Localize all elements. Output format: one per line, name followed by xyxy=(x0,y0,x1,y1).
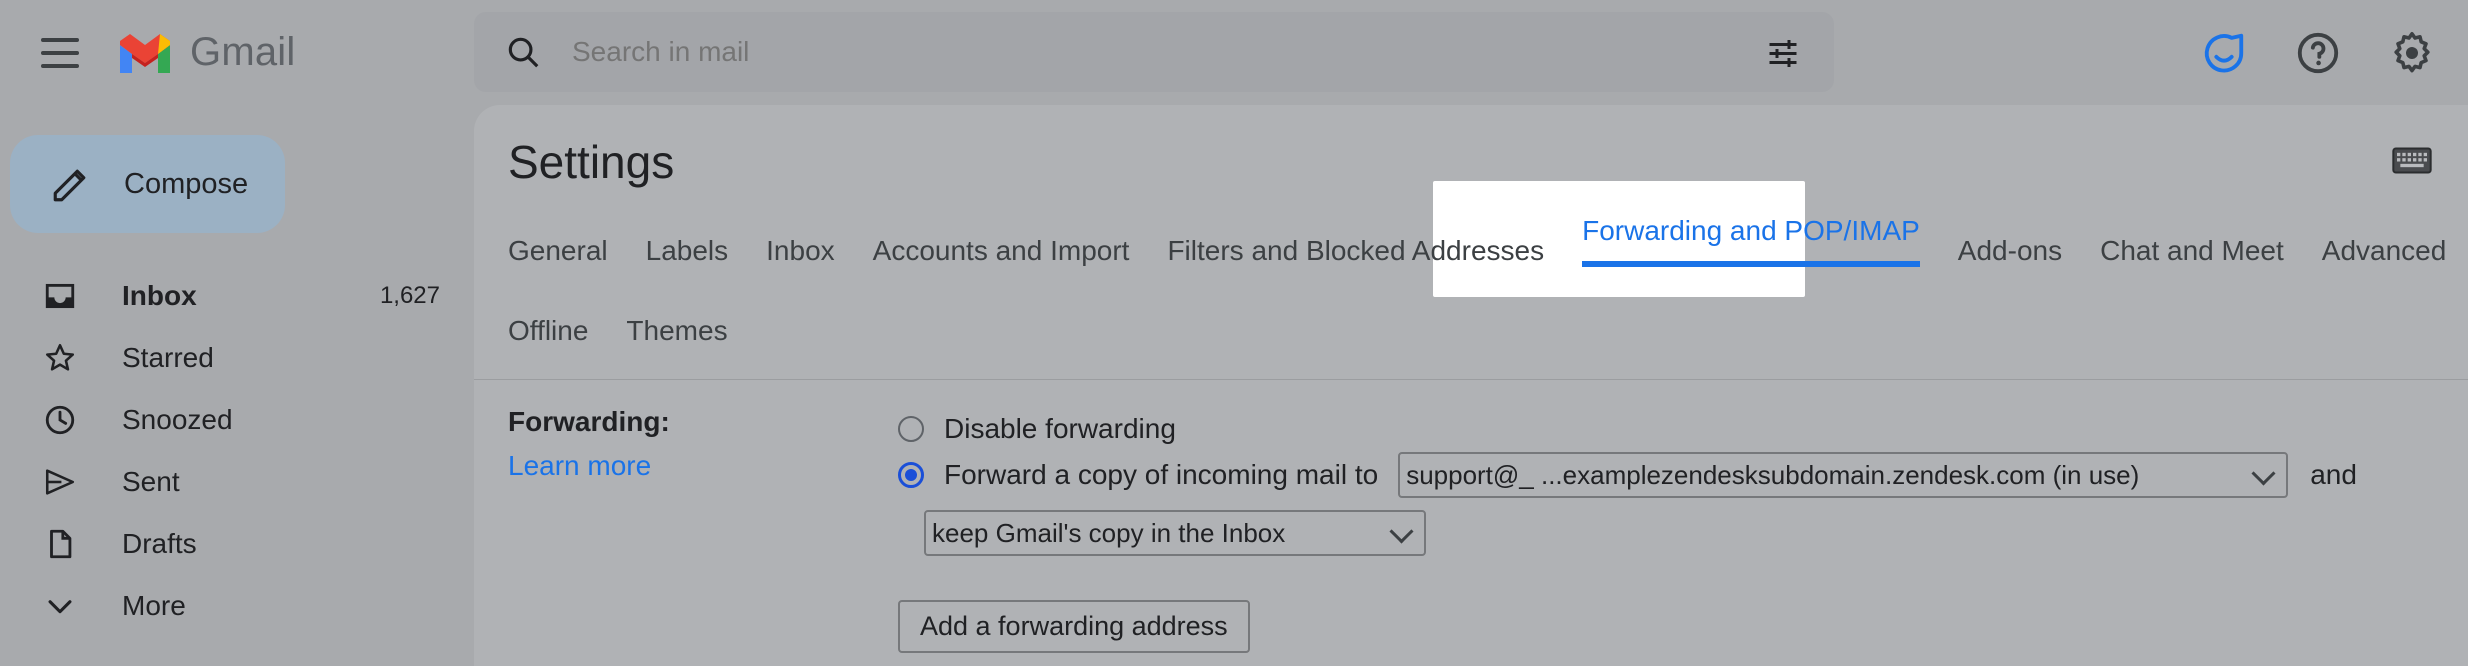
active-tab-underline xyxy=(1582,261,1920,267)
gmail-brand: Gmail xyxy=(116,30,295,75)
inbox-icon xyxy=(40,276,80,316)
tab-labels[interactable]: Labels xyxy=(646,235,729,273)
header-actions xyxy=(2188,0,2448,105)
sidebar-item-label: More xyxy=(122,590,440,622)
copy-action-row: keep Gmail's copy in the Inbox xyxy=(924,510,2468,556)
radio-disable-forwarding-label: Disable forwarding xyxy=(944,413,1176,445)
forwarding-address-select[interactable]: support@_ ...examplezendesksubdomain.zen… xyxy=(1398,452,2288,498)
sidebar-item-more[interactable]: More xyxy=(0,575,474,637)
tune-filter-icon[interactable] xyxy=(1740,9,1826,95)
send-icon xyxy=(40,462,80,502)
settings-tabs: General Labels Inbox Accounts and Import… xyxy=(474,215,2468,353)
star-icon xyxy=(40,338,80,378)
add-forwarding-address-button[interactable]: Add a forwarding address xyxy=(898,600,1250,653)
sidebar-item-drafts[interactable]: Drafts xyxy=(0,513,474,575)
add-address-row: Add a forwarding address xyxy=(898,600,2468,653)
sidebar-item-label: Inbox xyxy=(122,280,380,312)
gmail-settings-page: Gmail xyxy=(0,0,2468,666)
sidebar: Compose Inbox 1,627 Sta xyxy=(0,105,474,666)
radio-forward-copy[interactable] xyxy=(898,462,924,488)
tune-filter-glyph xyxy=(1765,34,1801,70)
and-label: and xyxy=(2310,459,2357,491)
sidebar-item-snoozed[interactable]: Snoozed xyxy=(0,389,474,451)
forwarding-section: Forwarding: Learn more Disable forwardin… xyxy=(474,380,2468,653)
inbox-unread-count: 1,627 xyxy=(380,282,440,310)
gear-glyph xyxy=(2388,29,2436,77)
search-icon xyxy=(504,33,542,71)
help-icon[interactable] xyxy=(2282,17,2354,89)
search-input[interactable] xyxy=(572,36,1740,68)
tab-forwarding-label: Forwarding and POP/IMAP xyxy=(1582,215,1920,246)
keyboard-glyph xyxy=(2392,147,2432,174)
radio-row-disable-forwarding[interactable]: Disable forwarding xyxy=(898,406,2468,452)
settings-gear-icon[interactable] xyxy=(2376,17,2448,89)
forwarding-address-select-wrap: support@_ ...examplezendesksubdomain.zen… xyxy=(1398,452,2288,498)
radio-disable-forwarding[interactable] xyxy=(898,416,924,442)
settings-tabs-row-1: General Labels Inbox Accounts and Import… xyxy=(508,215,2468,273)
tab-advanced[interactable]: Advanced xyxy=(2322,235,2447,273)
feedback-smiley-icon[interactable] xyxy=(2188,17,2260,89)
tab-filters-and-blocked-addresses[interactable]: Filters and Blocked Addresses xyxy=(1167,235,1544,273)
radio-row-forward-copy[interactable]: Forward a copy of incoming mail to suppo… xyxy=(898,452,2468,498)
clock-icon xyxy=(40,400,80,440)
draft-icon xyxy=(40,524,80,564)
help-question-glyph xyxy=(2295,30,2341,76)
forwarding-label-column: Forwarding: Learn more xyxy=(508,406,898,653)
hamburger-menu-icon[interactable] xyxy=(22,15,98,91)
learn-more-link[interactable]: Learn more xyxy=(508,450,651,482)
sidebar-nav: Inbox 1,627 Starred xyxy=(0,265,474,637)
tab-offline[interactable]: Offline xyxy=(508,315,588,353)
copy-action-select-wrap: keep Gmail's copy in the Inbox xyxy=(924,510,1426,556)
settings-panel: Settings General Labels xyxy=(474,105,2468,666)
keyboard-icon[interactable] xyxy=(2392,147,2432,179)
tab-accounts-and-import[interactable]: Accounts and Import xyxy=(873,235,1130,273)
compose-button[interactable]: Compose xyxy=(10,135,285,233)
pencil-icon xyxy=(50,163,92,205)
search-bar[interactable] xyxy=(474,12,1834,92)
brand-title: Gmail xyxy=(190,30,295,75)
tab-forwarding-and-pop-imap[interactable]: Forwarding and POP/IMAP xyxy=(1582,215,1920,273)
sidebar-item-sent[interactable]: Sent xyxy=(0,451,474,513)
sidebar-item-label: Sent xyxy=(122,466,440,498)
page-title: Settings xyxy=(474,105,2468,189)
sidebar-item-label: Starred xyxy=(122,342,440,374)
forwarding-controls: Disable forwarding Forward a copy of inc… xyxy=(898,406,2468,653)
chevron-down-icon xyxy=(40,586,80,626)
radio-forward-copy-label: Forward a copy of incoming mail to xyxy=(944,459,1378,491)
copy-action-select[interactable]: keep Gmail's copy in the Inbox xyxy=(924,510,1426,556)
tab-general[interactable]: General xyxy=(508,235,608,273)
app-header: Gmail xyxy=(0,0,2468,105)
settings-tabs-row-2: Offline Themes xyxy=(508,295,2468,353)
tab-themes[interactable]: Themes xyxy=(626,315,727,353)
sidebar-item-label: Drafts xyxy=(122,528,440,560)
sidebar-item-starred[interactable]: Starred xyxy=(0,327,474,389)
sidebar-item-label: Snoozed xyxy=(122,404,440,436)
sidebar-item-inbox[interactable]: Inbox 1,627 xyxy=(0,265,474,327)
tab-add-ons[interactable]: Add-ons xyxy=(1958,235,2062,273)
gmail-logo-icon xyxy=(116,31,174,75)
tab-chat-and-meet[interactable]: Chat and Meet xyxy=(2100,235,2284,273)
feedback-smiley-glyph xyxy=(2201,30,2247,76)
forwarding-label: Forwarding: xyxy=(508,406,898,438)
compose-label: Compose xyxy=(124,168,248,201)
tab-inbox[interactable]: Inbox xyxy=(766,235,835,273)
